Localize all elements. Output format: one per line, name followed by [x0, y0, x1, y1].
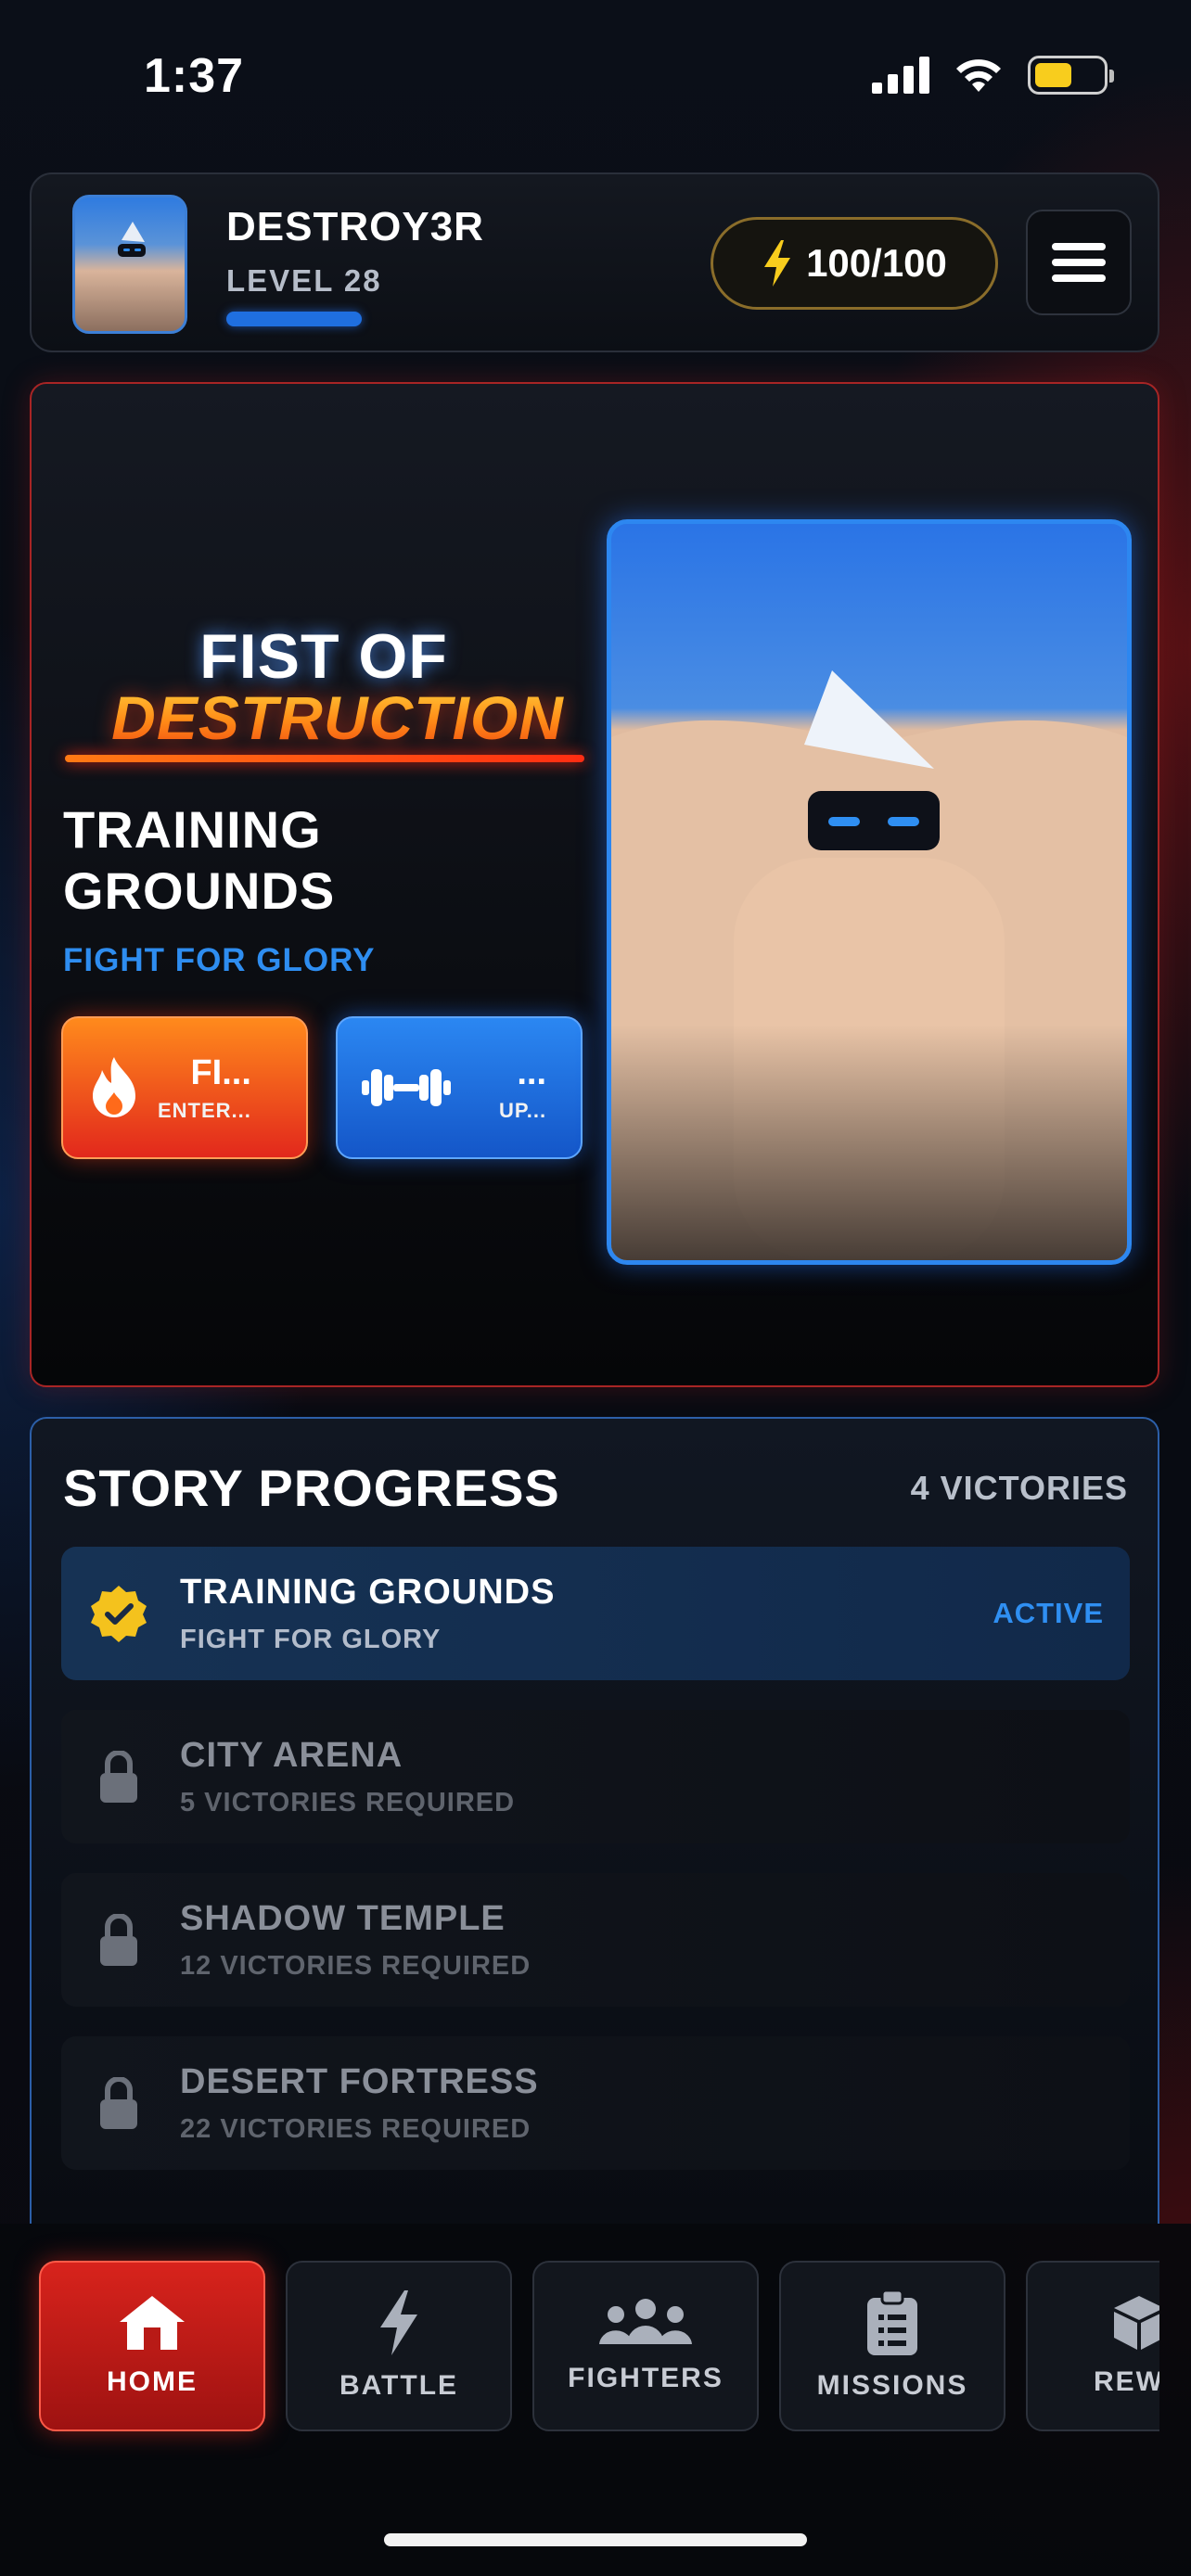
lock-icon: [89, 2073, 148, 2133]
nav-rewards-label: REWA: [1094, 2366, 1159, 2397]
stage-name: SHADOW TEMPLE: [180, 1899, 506, 1938]
upgrade-button-label: ...: [517, 1052, 547, 1092]
box-icon: [1114, 2296, 1159, 2350]
stage-name: TRAINING GROUNDS: [180, 1573, 556, 1612]
verified-badge-icon: [89, 1584, 148, 1643]
upgrade-button[interactable]: ... UP...: [336, 1016, 583, 1159]
clipboard-icon: [867, 2290, 917, 2355]
nav-rewards[interactable]: REWA: [1026, 2261, 1159, 2431]
game-title-line2: DESTRUCTION: [59, 682, 616, 753]
stage-status-badge: ACTIVE: [992, 1597, 1104, 1629]
battery-icon: [1028, 56, 1114, 95]
dumbbell-icon: [362, 1069, 451, 1106]
stage-detail: 12 VICTORIES REQUIRED: [180, 1951, 531, 1981]
lock-icon: [89, 1747, 148, 1806]
current-stage-tagline: FIGHT FOR GLORY: [63, 942, 376, 978]
lightning-icon: [764, 240, 791, 287]
nav-missions-label: MISSIONS: [816, 2370, 968, 2401]
status-time: 1:37: [144, 49, 245, 103]
avatar-figure: [118, 222, 146, 257]
fight-button[interactable]: FI... ENTER...: [61, 1016, 308, 1159]
nav-fighters[interactable]: FIGHTERS: [532, 2261, 759, 2431]
victory-count: 4 VICTORIES: [910, 1469, 1128, 1507]
flame-icon: [93, 1057, 135, 1117]
stage-detail: 22 VICTORIES REQUIRED: [180, 2114, 531, 2144]
stage-city-arena[interactable]: CITY ARENA 5 VICTORIES REQUIRED: [61, 1710, 1130, 1843]
fighter-portrait[interactable]: [607, 519, 1132, 1265]
menu-icon-bar: [1052, 274, 1106, 282]
player-level: LEVEL 28: [226, 263, 382, 298]
story-progress-title: STORY PROGRESS: [63, 1459, 560, 1517]
stage-detail: FIGHT FOR GLORY: [180, 1625, 442, 1654]
fighter-figure: [611, 670, 1127, 1260]
signal-icon: [872, 57, 929, 94]
menu-icon-bar: [1052, 243, 1106, 250]
nav-home-label: HOME: [107, 2366, 198, 2397]
hero-card: FIST OF DESTRUCTION TRAINING GROUNDS FIG…: [30, 382, 1159, 1387]
menu-button[interactable]: [1026, 210, 1132, 315]
wifi-icon: [956, 59, 1001, 92]
stage-training-grounds[interactable]: TRAINING GROUNDS FIGHT FOR GLORY ACTIVE: [61, 1547, 1130, 1680]
stage-detail: 5 VICTORIES REQUIRED: [180, 1788, 516, 1817]
menu-icon-bar: [1052, 259, 1106, 266]
nav-home[interactable]: HOME: [39, 2261, 265, 2431]
home-indicator[interactable]: [384, 2533, 807, 2546]
stage-desert-fortress[interactable]: DESERT FORTRESS 22 VICTORIES REQUIRED: [61, 2036, 1130, 2170]
home-icon: [120, 2296, 185, 2350]
title-underline: [65, 755, 584, 762]
story-progress-panel: STORY PROGRESS 4 VICTORIES TRAINING GROU…: [30, 1417, 1159, 2224]
status-icons: [872, 56, 1114, 95]
xp-bar: [226, 312, 362, 326]
energy-value: 100/100: [806, 241, 947, 285]
player-name: DESTROY3R: [226, 204, 484, 249]
fight-button-label: FI...: [190, 1052, 251, 1092]
nav-battle[interactable]: BATTLE: [286, 2261, 512, 2431]
current-stage-title: TRAINING GROUNDS: [63, 800, 336, 920]
nav-battle-label: BATTLE: [339, 2370, 459, 2401]
lock-icon: [89, 1910, 148, 1970]
nav-missions[interactable]: MISSIONS: [779, 2261, 1005, 2431]
energy-counter[interactable]: 100/100: [711, 217, 998, 310]
stage-name: DESERT FORTRESS: [180, 2062, 539, 2101]
stage-name: CITY ARENA: [180, 1736, 403, 1775]
player-avatar[interactable]: [72, 195, 187, 334]
battery-fill: [1035, 63, 1071, 87]
nav-fighters-label: FIGHTERS: [568, 2363, 724, 2393]
fight-button-sublabel: ENTER...: [158, 1098, 251, 1122]
upgrade-button-sublabel: UP...: [499, 1098, 547, 1122]
nav-scroll-area: HOME BATTLE FIGHTERS MISSIONS REW: [0, 2224, 1159, 2465]
bottom-navigation: HOME BATTLE FIGHTERS MISSIONS REW: [0, 2224, 1191, 2576]
users-icon: [599, 2299, 692, 2344]
player-header: DESTROY3R LEVEL 28 100/100: [30, 172, 1159, 352]
lightning-icon: [380, 2290, 417, 2355]
stage-shadow-temple[interactable]: SHADOW TEMPLE 12 VICTORIES REQUIRED: [61, 1873, 1130, 2007]
